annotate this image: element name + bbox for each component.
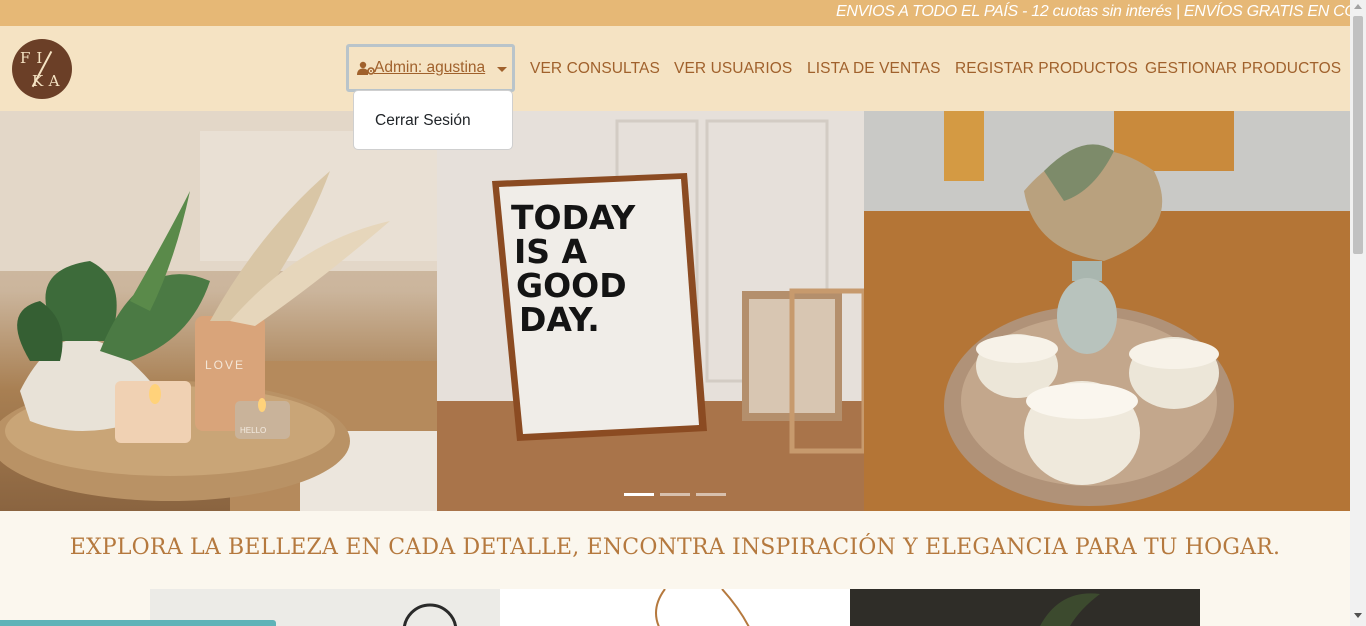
slide-3-illustration [864, 111, 1350, 511]
chat-widget-tab[interactable] [0, 620, 276, 626]
scroll-up-icon[interactable] [1354, 4, 1362, 9]
love-candle-label: LOVE [205, 358, 245, 372]
carousel-indicator-3[interactable] [696, 493, 726, 496]
navbar: FI KA Admin: agustina VER CONSULTAS VER … [0, 26, 1350, 111]
logout-menu-item[interactable]: Cerrar Sesión [375, 112, 471, 130]
announcement-text: ENVIOS A TODO EL PAÍS - 12 cuotas sin in… [836, 3, 1350, 20]
hello-candle-label: HELLO [240, 426, 266, 435]
nav-ver-usuarios[interactable]: VER USUARIOS [674, 60, 792, 78]
admin-label: Admin: agustina [374, 59, 486, 76]
card-2-image [655, 588, 750, 626]
admin-dropdown-menu: Cerrar Sesión [353, 90, 513, 150]
page-scrollbar[interactable] [1350, 0, 1366, 626]
admin-dropdown-toggle[interactable]: Admin: agustina [346, 44, 515, 92]
category-card-2[interactable] [500, 588, 850, 626]
category-cards [150, 588, 1200, 626]
carousel-indicator-1[interactable] [624, 493, 654, 496]
fika-logo[interactable]: FI KA [12, 39, 72, 99]
poster-line-4: DAY. [519, 300, 600, 339]
slide-1-illustration: LOVE HELLO [0, 111, 437, 511]
carousel-indicator-2[interactable] [660, 493, 690, 496]
slide-poster-frame: TODAY IS A GOOD DAY. [437, 111, 864, 511]
logo-text-bottom: KA [32, 72, 66, 90]
hero-carousel[interactable]: LOVE HELLO TODAY IS A GOOD DAY. [0, 111, 1350, 511]
scrollbar-thumb[interactable] [1353, 16, 1363, 254]
slide-flowers-candles-tray [864, 111, 1350, 511]
scroll-down-icon[interactable] [1354, 613, 1362, 618]
nav-ver-consultas[interactable]: VER CONSULTAS [530, 60, 660, 78]
slide-2-illustration: TODAY IS A GOOD DAY. [437, 111, 864, 511]
nav-registar-productos[interactable]: REGISTAR PRODUCTOS [955, 60, 1138, 78]
card-3-image [850, 589, 1200, 626]
page: ENVIOS A TODO EL PAÍS - 12 cuotas sin in… [0, 0, 1366, 626]
caret-down-icon [497, 67, 507, 72]
user-gear-icon [357, 61, 375, 75]
nav-gestionar-productos[interactable]: GESTIONAR PRODUCTOS [1145, 60, 1341, 78]
nav-lista-de-ventas[interactable]: LISTA DE VENTAS [807, 60, 941, 78]
slide-decor-plant-candles: LOVE HELLO [0, 111, 437, 511]
category-card-3[interactable] [850, 589, 1200, 626]
announcement-bar: ENVIOS A TODO EL PAÍS - 12 cuotas sin in… [0, 0, 1350, 26]
tagline: EXPLORA LA BELLEZA EN CADA DETALLE, ENCO… [69, 535, 1281, 560]
